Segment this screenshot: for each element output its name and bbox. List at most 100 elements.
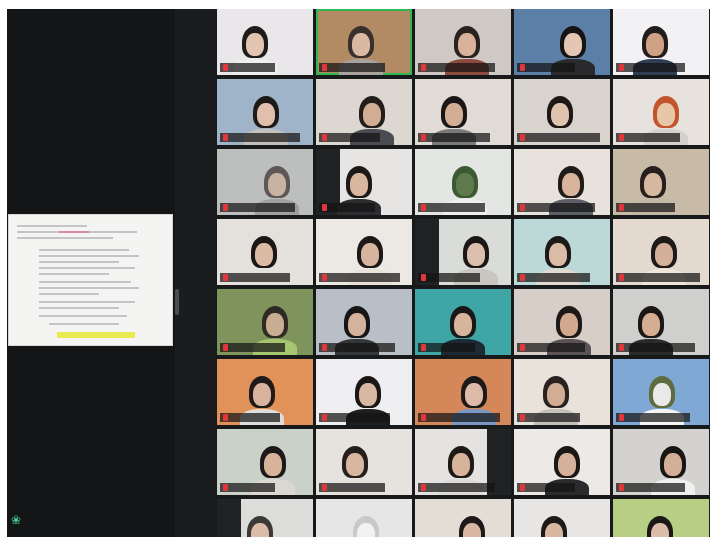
- participant-face: [268, 173, 286, 196]
- document-text-line: [39, 287, 139, 289]
- participant-tile[interactable]: [217, 289, 313, 355]
- participant-tile[interactable]: [217, 429, 313, 495]
- document-text-line: [39, 249, 129, 251]
- muted-mic-icon: [619, 344, 624, 351]
- participant-tile[interactable]: [613, 429, 709, 495]
- participant-tile[interactable]: [613, 359, 709, 425]
- participant-tile[interactable]: [217, 9, 313, 75]
- participant-tile[interactable]: [316, 499, 412, 537]
- participant-name-tag: [616, 343, 695, 352]
- muted-mic-icon: [223, 344, 228, 351]
- document-text-line: [39, 281, 131, 283]
- participant-tile[interactable]: [613, 289, 709, 355]
- participant-tile[interactable]: [316, 79, 412, 145]
- participant-tile[interactable]: [415, 149, 511, 215]
- muted-mic-icon: [421, 204, 426, 211]
- participant-face: [253, 383, 271, 406]
- participant-name-tag: [418, 63, 495, 72]
- resize-handle[interactable]: [175, 289, 179, 315]
- participant-name-tag: [319, 133, 380, 142]
- participant-tile[interactable]: [415, 499, 511, 537]
- participant-face: [361, 243, 379, 266]
- muted-mic-icon: [421, 344, 426, 351]
- muted-mic-icon: [421, 484, 426, 491]
- muted-mic-icon: [619, 134, 624, 141]
- muted-mic-icon: [421, 274, 426, 281]
- participant-tile[interactable]: [613, 9, 709, 75]
- participant-face: [646, 33, 664, 56]
- shared-screen-document[interactable]: [8, 214, 173, 346]
- participant-tile[interactable]: [514, 359, 610, 425]
- participant-name-tag: [418, 483, 495, 492]
- participant-face: [458, 33, 476, 56]
- security-shield-icon[interactable]: ❀: [11, 513, 25, 527]
- participant-face: [560, 313, 578, 336]
- muted-mic-icon: [223, 134, 228, 141]
- panel-divider: [175, 9, 216, 537]
- document-text-line: [39, 307, 119, 309]
- participant-tile[interactable]: [514, 9, 610, 75]
- participant-face: [266, 313, 284, 336]
- participant-face: [454, 313, 472, 336]
- participant-tile[interactable]: [415, 359, 511, 425]
- participant-tile[interactable]: [316, 359, 412, 425]
- participant-tile[interactable]: [217, 219, 313, 285]
- participant-name-tag: [220, 203, 295, 212]
- participant-tile[interactable]: [217, 149, 313, 215]
- participant-tile[interactable]: [316, 289, 412, 355]
- participant-face: [549, 243, 567, 266]
- muted-mic-icon: [322, 64, 327, 71]
- screen-share-panel: ❀: [7, 9, 175, 537]
- participant-face: [350, 173, 368, 196]
- gallery-view-grid: [217, 9, 710, 537]
- participant-name-tag: [616, 63, 685, 72]
- participant-tile[interactable]: [217, 79, 313, 145]
- participant-tile[interactable]: [613, 219, 709, 285]
- muted-mic-icon: [421, 64, 426, 71]
- participant-face: [246, 33, 264, 56]
- participant-name-tag: [319, 343, 395, 352]
- participant-face: [655, 243, 673, 266]
- muted-mic-icon: [322, 414, 327, 421]
- document-text-line: [39, 255, 139, 257]
- participant-tile[interactable]: [415, 9, 511, 75]
- participant-tile[interactable]: [514, 219, 610, 285]
- muted-mic-icon: [322, 274, 327, 281]
- participant-name-tag: [616, 133, 680, 142]
- participant-tile[interactable]: [514, 149, 610, 215]
- participant-name-tag: [319, 273, 400, 282]
- participant-name-tag: [517, 273, 590, 282]
- participant-tile[interactable]: [415, 219, 511, 285]
- participant-tile[interactable]: [217, 359, 313, 425]
- muted-mic-icon: [520, 274, 525, 281]
- participant-face: [653, 383, 671, 406]
- participant-tile[interactable]: [316, 219, 412, 285]
- participant-face: [547, 383, 565, 406]
- participant-tile[interactable]: [217, 499, 313, 537]
- participant-face: [463, 523, 481, 537]
- participant-tile[interactable]: [316, 9, 412, 75]
- muted-mic-icon: [520, 134, 525, 141]
- participant-tile[interactable]: [415, 289, 511, 355]
- participant-tile[interactable]: [514, 499, 610, 537]
- document-text-line: [39, 267, 135, 269]
- participant-tile[interactable]: [514, 429, 610, 495]
- participant-tile[interactable]: [316, 149, 412, 215]
- participant-tile[interactable]: [613, 79, 709, 145]
- participant-tile[interactable]: [613, 499, 709, 537]
- participant-tile[interactable]: [415, 429, 511, 495]
- participant-tile[interactable]: [514, 289, 610, 355]
- participant-face: [467, 243, 485, 266]
- participant-name-tag: [220, 483, 275, 492]
- participant-name-tag: [418, 413, 500, 422]
- participant-name-tag: [220, 63, 275, 72]
- muted-mic-icon: [223, 484, 228, 491]
- participant-tile[interactable]: [514, 79, 610, 145]
- document-text-line: [39, 301, 135, 303]
- participant-tile[interactable]: [613, 149, 709, 215]
- participant-tile[interactable]: [316, 429, 412, 495]
- participant-name-tag: [517, 63, 575, 72]
- participant-face: [664, 453, 682, 476]
- participant-tile[interactable]: [415, 79, 511, 145]
- participant-name-tag: [418, 133, 490, 142]
